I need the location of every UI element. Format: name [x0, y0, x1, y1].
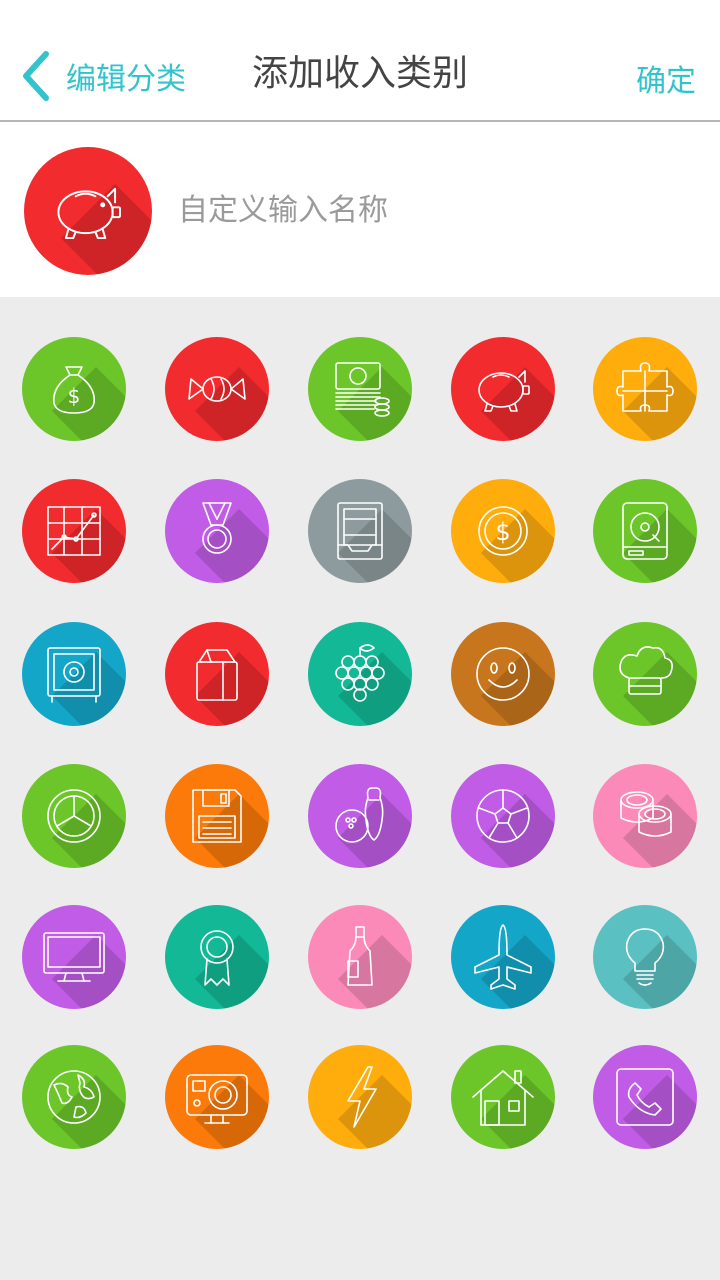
- category-name-row: [0, 122, 720, 297]
- category-icon-option[interactable]: [308, 622, 412, 726]
- phone-icon: [593, 1045, 697, 1149]
- category-icon-option[interactable]: [22, 622, 126, 726]
- page-title: 添加收入类别: [251, 53, 468, 94]
- category-icon-option[interactable]: [165, 905, 269, 1009]
- bowling-icon: [308, 764, 412, 868]
- category-icon-option[interactable]: [22, 764, 126, 868]
- category-icon-option[interactable]: [165, 1045, 269, 1149]
- stock-chart-icon: [22, 479, 126, 583]
- action-camera-icon: [165, 1045, 269, 1149]
- category-icon-option[interactable]: [308, 905, 412, 1009]
- lime-slice-icon: [22, 764, 126, 868]
- category-name-input[interactable]: [176, 184, 680, 236]
- award-ribbon-icon: [165, 905, 269, 1009]
- category-icon-option[interactable]: [593, 622, 697, 726]
- category-icon-option[interactable]: [308, 479, 412, 583]
- house-icon: [451, 1045, 555, 1149]
- piggy-bank-icon: [24, 147, 152, 275]
- category-icon-option[interactable]: [451, 622, 555, 726]
- cash-stack-icon: [308, 337, 412, 441]
- category-icon-option[interactable]: [593, 1045, 697, 1149]
- tray-icon: [308, 479, 412, 583]
- money-bag-icon: $: [22, 337, 126, 441]
- svg-text:$: $: [495, 518, 510, 546]
- selected-category-icon[interactable]: [24, 147, 152, 275]
- category-icon-option[interactable]: [165, 337, 269, 441]
- category-icon-option[interactable]: [593, 905, 697, 1009]
- category-icon-option[interactable]: [22, 905, 126, 1009]
- globe-icon: [22, 1045, 126, 1149]
- top-bar: 编辑分类 添加收入类别 确定: [0, 0, 720, 122]
- category-icon-option[interactable]: $: [451, 479, 555, 583]
- icon-grid: $ $: [0, 297, 720, 1280]
- coin-icon: $: [451, 479, 555, 583]
- category-icon-option[interactable]: [22, 479, 126, 583]
- category-icon-option[interactable]: [308, 764, 412, 868]
- category-icon-option[interactable]: [593, 479, 697, 583]
- lightning-icon: [308, 1045, 412, 1149]
- grapes-icon: [308, 622, 412, 726]
- category-icon-option[interactable]: [451, 905, 555, 1009]
- category-icon-option[interactable]: [451, 1045, 555, 1149]
- category-icon-option[interactable]: [451, 337, 555, 441]
- sushi-icon: [593, 764, 697, 868]
- medal-icon: [165, 479, 269, 583]
- airplane-icon: [451, 905, 555, 1009]
- safe-icon: [22, 622, 126, 726]
- candy-icon: [165, 337, 269, 441]
- light-bulb-icon: [593, 905, 697, 1009]
- category-icon-option[interactable]: [22, 1045, 126, 1149]
- monitor-icon: [22, 905, 126, 1009]
- category-icon-option[interactable]: [451, 764, 555, 868]
- category-icon-option[interactable]: [593, 337, 697, 441]
- wine-bottle-icon: [308, 905, 412, 1009]
- smiley-icon: [451, 622, 555, 726]
- chef-hat-icon: [593, 622, 697, 726]
- soccer-ball-icon: [451, 764, 555, 868]
- hard-drive-icon: [593, 479, 697, 583]
- floppy-disk-icon: [165, 764, 269, 868]
- svg-text:$: $: [68, 384, 81, 408]
- category-icon-option[interactable]: [308, 1045, 412, 1149]
- confirm-button[interactable]: 确定: [636, 56, 696, 100]
- category-icon-option[interactable]: [165, 622, 269, 726]
- puzzle-icon: [593, 337, 697, 441]
- category-icon-option[interactable]: [165, 764, 269, 868]
- category-icon-option[interactable]: [593, 764, 697, 868]
- bag-icon: [165, 622, 269, 726]
- category-icon-option[interactable]: [165, 479, 269, 583]
- category-icon-option[interactable]: $: [22, 337, 126, 441]
- piggy-bank-icon: [451, 337, 555, 441]
- category-icon-option[interactable]: [308, 337, 412, 441]
